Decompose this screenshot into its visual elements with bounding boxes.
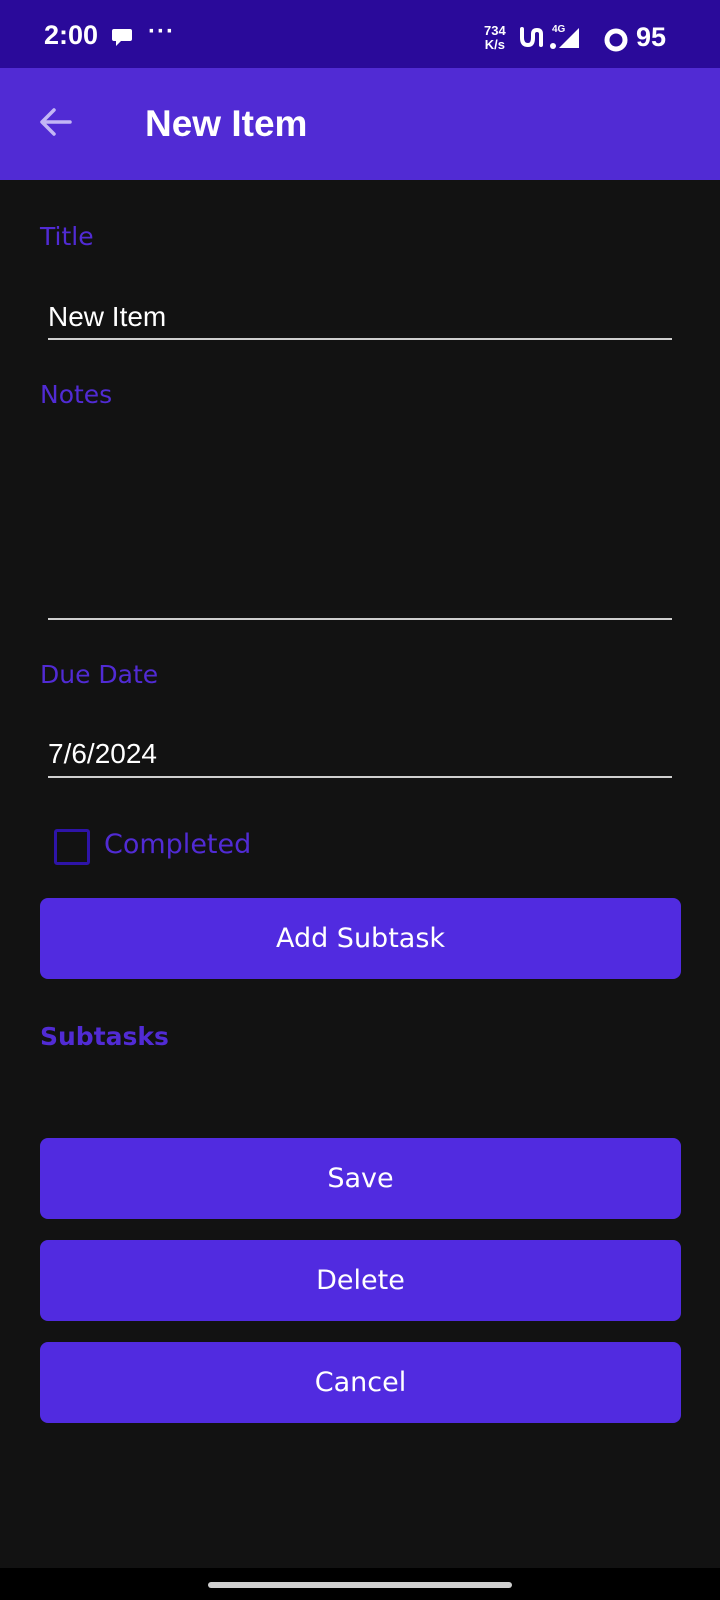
arrow-left-icon: [38, 106, 74, 142]
title-input[interactable]: [48, 296, 672, 340]
navigation-bar: [0, 1568, 720, 1600]
battery-icon: [604, 28, 628, 56]
vpn-icon: [519, 26, 545, 52]
notes-label: Notes: [40, 380, 113, 409]
network-speed: 734 K/s: [484, 24, 506, 52]
completed-checkbox[interactable]: [54, 829, 90, 865]
page-title: New Item: [145, 103, 308, 144]
completed-label[interactable]: Completed: [104, 829, 251, 860]
back-button[interactable]: [26, 94, 86, 154]
due-date-input[interactable]: [48, 732, 672, 778]
app-bar: New Item: [0, 68, 720, 180]
status-bar: 2:00 ··· 734 K/s 4G 95: [0, 0, 720, 68]
notes-input[interactable]: [48, 410, 672, 620]
add-subtask-button[interactable]: Add Subtask: [40, 898, 681, 979]
subtasks-label: Subtasks: [40, 1022, 169, 1051]
delete-button[interactable]: Delete: [40, 1240, 681, 1321]
home-gesture-handle[interactable]: [208, 1582, 512, 1588]
chat-bubble-icon: [111, 28, 133, 52]
more-notifications-icon: ···: [148, 18, 175, 45]
network-speed-unit: K/s: [484, 37, 505, 52]
save-button[interactable]: Save: [40, 1138, 681, 1219]
due-date-label: Due Date: [40, 660, 159, 689]
battery-level: 95: [636, 22, 667, 52]
cancel-button[interactable]: Cancel: [40, 1342, 681, 1423]
network-speed-value: 734: [484, 23, 506, 38]
status-time: 2:00: [44, 20, 99, 50]
title-label: Title: [40, 222, 94, 251]
cell-signal-icon: [549, 24, 581, 54]
